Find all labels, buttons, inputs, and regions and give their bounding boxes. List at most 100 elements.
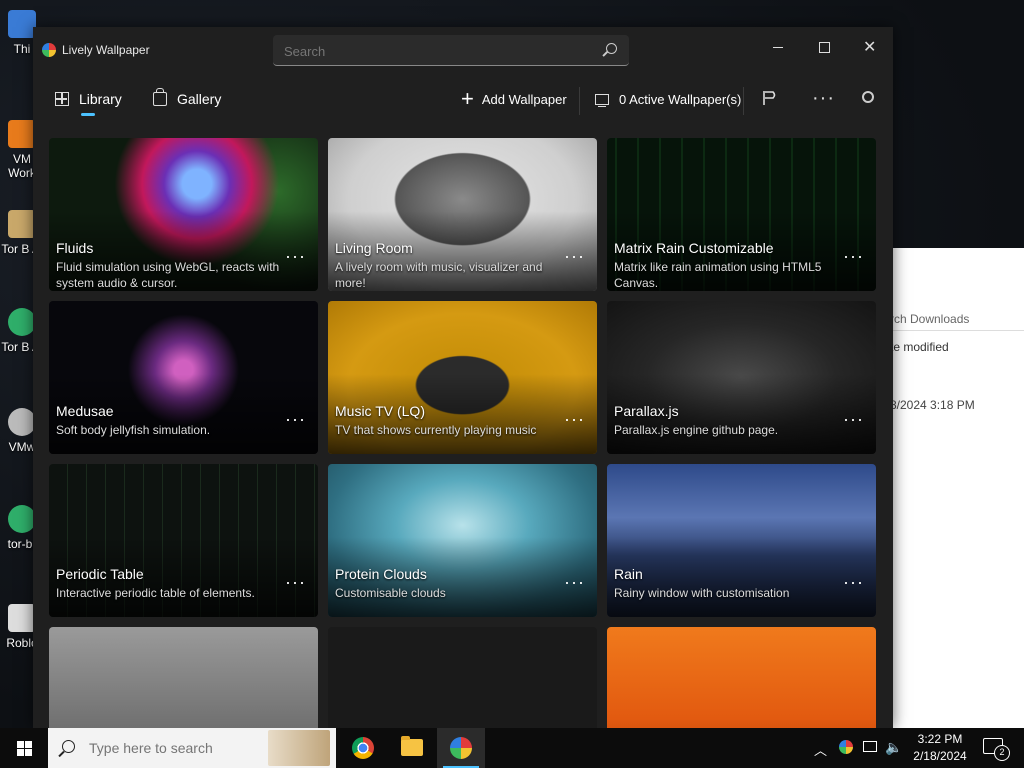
windows-logo-icon (17, 741, 32, 756)
start-button[interactable] (0, 728, 48, 768)
card-description: TV that shows currently playing music (335, 423, 537, 437)
card-title: Music TV (LQ) (335, 403, 425, 419)
search-icon (62, 740, 75, 753)
volume-muted-icon[interactable]: 🔈 (885, 739, 902, 768)
card-more-button[interactable]: ··· (564, 572, 585, 593)
wallpaper-card[interactable] (607, 627, 876, 728)
taskbar-search-input[interactable] (87, 739, 281, 757)
card-more-button[interactable]: ··· (564, 409, 585, 430)
disc-icon (8, 408, 36, 436)
search-highlight-image[interactable] (268, 730, 330, 766)
tab-gallery-label: Gallery (177, 91, 222, 107)
settings-gear-icon[interactable] (862, 91, 874, 103)
notification-count-badge: 2 (994, 745, 1010, 761)
wallpaper-card[interactable] (49, 627, 318, 728)
maximize-button[interactable] (801, 33, 847, 63)
explorer-search-input[interactable]: rch Downloads (890, 308, 1024, 331)
minimize-button[interactable] (755, 33, 801, 63)
tor-icon (8, 308, 36, 336)
active-wallpapers-label: 0 Active Wallpaper(s) (619, 91, 742, 107)
card-title: Medusae (56, 403, 114, 419)
wallpaper-card[interactable] (328, 627, 597, 728)
search-input[interactable] (282, 41, 586, 61)
card-more-button[interactable]: ··· (285, 246, 306, 267)
clock[interactable]: 3:22 PM 2/18/2024 (905, 731, 975, 765)
add-wallpaper-button[interactable]: + Add Wallpaper (461, 83, 567, 115)
tab-gallery[interactable]: Gallery (153, 83, 221, 115)
card-title: Living Room (335, 240, 413, 256)
clock-date: 2/18/2024 (913, 749, 967, 763)
network-icon[interactable] (863, 741, 877, 752)
taskbar-search-box[interactable] (48, 728, 336, 768)
card-more-button[interactable]: ··· (843, 246, 864, 267)
active-tab-indicator (81, 113, 95, 116)
card-gradient (607, 537, 876, 617)
maximize-icon (819, 42, 830, 53)
card-more-button[interactable]: ··· (843, 409, 864, 430)
card-description: Matrix like rain animation using HTML5 C… (614, 260, 822, 290)
wallpaper-card-matrix-rain[interactable]: Matrix Rain Customizable Matrix like rai… (607, 138, 876, 291)
wallpaper-card-fluids[interactable]: Fluids Fluid simulation using WebGL, rea… (49, 138, 318, 291)
card-title: Rain (614, 566, 643, 582)
wallpaper-card-rain[interactable]: Rain Rainy window with customisation ··· (607, 464, 876, 617)
close-button[interactable]: ✕ (847, 33, 893, 63)
card-more-button[interactable]: ··· (285, 409, 306, 430)
card-description: Soft body jellyfish simulation. (56, 423, 211, 437)
card-description: Fluid simulation using WebGL, reacts wit… (56, 260, 280, 290)
card-title: Protein Clouds (335, 566, 427, 582)
vmware-icon (8, 120, 36, 148)
card-description: Rainy window with customisation (614, 586, 790, 600)
wallpaper-card-periodic-table[interactable]: Periodic Table Interactive periodic tabl… (49, 464, 318, 617)
show-hidden-icons-chevron-icon[interactable]: ︿ (814, 740, 827, 768)
lively-window: Lively Wallpaper ✕ Library Gallery + Add… (33, 27, 893, 728)
wallpaper-card-living-room[interactable]: Living Room A lively room with music, vi… (328, 138, 597, 291)
lively-logo-icon (42, 43, 56, 57)
plus-icon: + (461, 86, 474, 111)
card-title: Fluids (56, 240, 94, 256)
pc-icon (8, 10, 36, 38)
lively-tray-icon[interactable] (839, 740, 853, 754)
explorer-row-date[interactable]: 8/2024 3:18 PM (890, 398, 975, 412)
taskbar-file-explorer[interactable] (388, 728, 436, 768)
tab-library[interactable]: Library (55, 83, 122, 115)
wallpaper-card-medusae[interactable]: Medusae Soft body jellyfish simulation. … (49, 301, 318, 454)
card-more-button[interactable]: ··· (564, 246, 585, 267)
card-description: A lively room with music, visualizer and… (335, 260, 543, 290)
card-more-button[interactable]: ··· (843, 572, 864, 593)
folder-icon (8, 210, 36, 238)
taskbar-chrome[interactable] (339, 728, 387, 768)
tor-icon (8, 505, 36, 533)
search-box[interactable] (273, 35, 629, 66)
file-explorer-window: rch Downloads te modified 8/2024 3:18 PM (890, 248, 1024, 728)
action-center-button[interactable]: 2 (983, 738, 1010, 761)
roblox-icon (8, 604, 36, 632)
taskbar-lively[interactable] (437, 728, 485, 768)
flag-icon[interactable] (762, 90, 778, 106)
card-title: Matrix Rain Customizable (614, 240, 774, 256)
wallpaper-card-music-tv[interactable]: Music TV (LQ) TV that shows currently pl… (328, 301, 597, 454)
gallery-bag-icon (153, 88, 167, 106)
explorer-column-date-modified[interactable]: te modified (890, 340, 949, 354)
search-icon[interactable] (606, 43, 617, 54)
card-description: Interactive periodic table of elements. (56, 586, 255, 600)
toolbar-divider (743, 87, 744, 115)
wallpaper-card-parallax[interactable]: Parallax.js Parallax.js engine github pa… (607, 301, 876, 454)
library-icon (55, 92, 69, 106)
nav-bar: Library Gallery + Add Wallpaper 0 Active… (33, 83, 893, 123)
clock-time: 3:22 PM (917, 732, 963, 746)
title-bar[interactable]: Lively Wallpaper ✕ (33, 27, 893, 73)
wallpaper-card-protein-clouds[interactable]: Protein Clouds Customisable clouds ··· (328, 464, 597, 617)
toolbar-divider (579, 87, 580, 115)
lively-icon (450, 737, 472, 759)
monitor-icon (595, 93, 609, 107)
card-description: Parallax.js engine github page. (614, 423, 779, 437)
card-more-button[interactable]: ··· (285, 572, 306, 593)
more-options-button[interactable]: ··· (812, 87, 835, 110)
card-description: Customisable clouds (335, 586, 446, 600)
minimize-icon (773, 47, 783, 48)
card-title: Parallax.js (614, 403, 679, 419)
folder-icon (401, 736, 423, 756)
app-title: Lively Wallpaper (62, 43, 150, 57)
add-wallpaper-label: Add Wallpaper (481, 91, 567, 107)
active-wallpapers-button[interactable]: 0 Active Wallpaper(s) (595, 83, 741, 115)
